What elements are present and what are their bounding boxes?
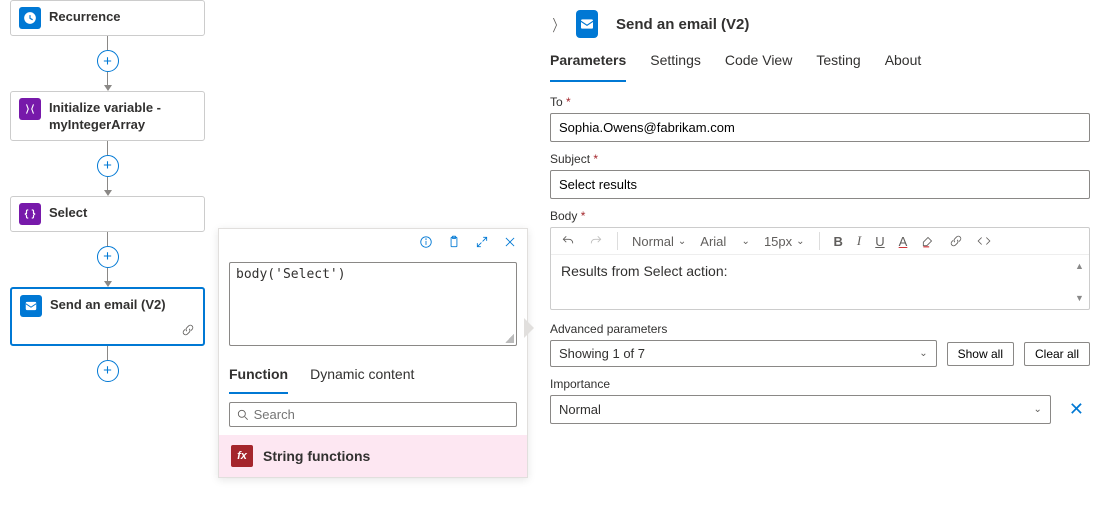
add-step-button[interactable]: + xyxy=(97,246,119,268)
search-icon xyxy=(236,408,250,422)
body-content: Results from Select action: xyxy=(561,263,728,279)
font-color-button[interactable]: A xyxy=(899,234,908,249)
collapse-panel-button[interactable]: 〉 xyxy=(552,12,563,36)
subject-label: Subject * xyxy=(550,152,1090,166)
connector: + xyxy=(10,141,205,196)
tab-settings[interactable]: Settings xyxy=(650,48,701,82)
italic-button[interactable]: I xyxy=(857,233,861,249)
importance-select[interactable]: Normal ⌄ xyxy=(550,395,1051,424)
to-label: To * xyxy=(550,95,1090,109)
body-label: Body * xyxy=(550,209,1090,223)
tab-function[interactable]: Function xyxy=(229,360,288,394)
outlook-icon xyxy=(20,295,42,317)
expression-input[interactable]: body('Select') xyxy=(229,262,517,346)
fx-icon: fx xyxy=(231,445,253,467)
link-button[interactable] xyxy=(949,234,963,248)
advanced-showing-text: Showing 1 of 7 xyxy=(559,346,645,361)
font-size-select[interactable]: 15px ⌄ xyxy=(764,234,805,249)
variable-icon xyxy=(19,98,41,120)
braces-icon xyxy=(19,203,41,225)
flow-step-initialize-variable[interactable]: Initialize variable - myIntegerArray xyxy=(10,91,205,141)
outlook-icon xyxy=(576,10,598,38)
category-string-functions[interactable]: fx String functions xyxy=(219,435,527,477)
scrollbar[interactable]: ▲▼ xyxy=(1075,261,1087,303)
flow-step-label: Select xyxy=(49,203,87,222)
importance-label: Importance xyxy=(550,377,1090,391)
connector: + xyxy=(10,232,205,287)
body-textarea[interactable]: Results from Select action: ▲▼ xyxy=(551,255,1089,309)
importance-value: Normal xyxy=(559,402,601,417)
code-view-button[interactable] xyxy=(977,234,991,248)
flow-step-send-email[interactable]: Send an email (V2) xyxy=(10,287,205,346)
to-field[interactable] xyxy=(550,113,1090,142)
font-family-select[interactable]: Arial ⌄ xyxy=(700,234,750,249)
clock-icon xyxy=(19,7,41,29)
tab-about[interactable]: About xyxy=(885,48,922,82)
connector: + xyxy=(10,346,205,382)
redo-button[interactable] xyxy=(589,234,603,248)
flow-step-select[interactable]: Select xyxy=(10,196,205,232)
category-label: String functions xyxy=(263,448,370,464)
function-search-input[interactable] xyxy=(254,407,510,422)
clipboard-icon[interactable] xyxy=(447,235,461,252)
advanced-parameters-label: Advanced parameters xyxy=(550,322,1090,336)
undo-button[interactable] xyxy=(561,234,575,248)
flow-step-recurrence[interactable]: Recurrence xyxy=(10,0,205,36)
expand-icon[interactable] xyxy=(475,235,489,252)
flow-step-label: Send an email (V2) xyxy=(50,295,166,314)
add-step-button[interactable]: + xyxy=(97,50,119,72)
body-editor: Normal ⌄ Arial ⌄ 15px ⌄ B I U A Results … xyxy=(550,227,1090,310)
popover-pointer xyxy=(524,318,534,338)
flow-step-label: Recurrence xyxy=(49,7,121,26)
function-search[interactable] xyxy=(229,402,517,427)
connector: + xyxy=(10,36,205,91)
flow-step-label: Initialize variable - myIntegerArray xyxy=(49,98,196,134)
connection-icon xyxy=(181,323,195,340)
highlight-button[interactable] xyxy=(921,234,935,248)
action-details-panel: 〉 Send an email (V2) Parameters Settings… xyxy=(540,0,1100,510)
add-step-button[interactable]: + xyxy=(97,155,119,177)
tab-code-view[interactable]: Code View xyxy=(725,48,792,82)
panel-title: Send an email (V2) xyxy=(616,16,749,33)
add-step-button[interactable]: + xyxy=(97,360,119,382)
clear-all-button[interactable]: Clear all xyxy=(1024,342,1090,366)
subject-field[interactable] xyxy=(550,170,1090,199)
tab-testing[interactable]: Testing xyxy=(816,48,860,82)
expression-popover: body('Select') Function Dynamic content … xyxy=(218,228,528,478)
info-icon[interactable] xyxy=(419,235,433,252)
tab-parameters[interactable]: Parameters xyxy=(550,48,626,82)
chevron-down-icon: ⌄ xyxy=(919,348,927,359)
underline-button[interactable]: U xyxy=(875,234,884,249)
chevron-down-icon: ⌄ xyxy=(1034,404,1042,415)
show-all-button[interactable]: Show all xyxy=(947,342,1014,366)
tab-dynamic-content[interactable]: Dynamic content xyxy=(310,360,414,394)
advanced-parameters-select[interactable]: Showing 1 of 7 ⌄ xyxy=(550,340,937,367)
close-icon[interactable] xyxy=(503,235,517,252)
bold-button[interactable]: B xyxy=(834,234,843,249)
remove-parameter-button[interactable]: ✕ xyxy=(1063,399,1090,420)
paragraph-style-select[interactable]: Normal ⌄ xyxy=(632,234,686,249)
